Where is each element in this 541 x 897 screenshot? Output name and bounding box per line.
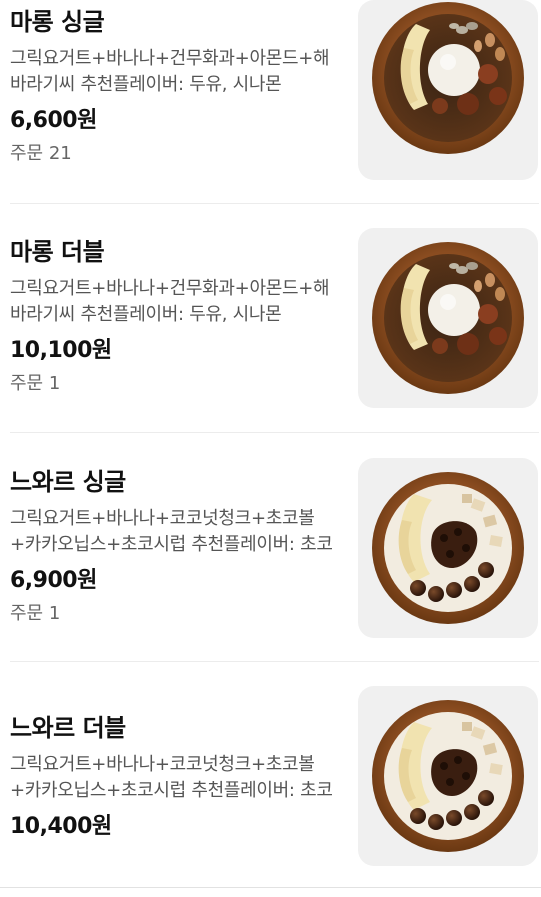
menu-item-order-count: 주문 1: [10, 603, 61, 624]
menu-item-description: 그릭요거트+바나나+건무화과+아몬드+해바라기씨 추천플레이버: 두유, 시나몬: [10, 48, 330, 95]
menu-item-description: 그릭요거트+바나나+코코넛청크+초코볼+카카오닙스+초코시럽 추천플레이버: 초…: [10, 754, 333, 801]
menu-item-price: 10,400원: [10, 814, 112, 839]
menu-item-marron-double[interactable]: 마롱 더블 그릭요거트+바나나+건무화과+아몬드+해바라기씨 추천플레이버: 두…: [10, 228, 539, 416]
menu-divider: [10, 661, 539, 662]
menu-item-info: 느와르 더블 그릭요거트+바나나+코코넛청크+초코볼+카카오닙스+초코시럽 추천…: [10, 712, 340, 842]
noir-bowl-icon: [372, 700, 524, 852]
menu-item-name: 느와르 더블: [10, 714, 126, 742]
menu-item-image[interactable]: [358, 458, 538, 638]
marron-bowl-icon: [372, 242, 524, 394]
menu-divider: [10, 203, 539, 204]
menu-item-order-count: 주문 21: [10, 143, 72, 164]
menu-item-description: 그릭요거트+바나나+코코넛청크+초코볼+카카오닙스+초코시럽 추천플레이버: 초…: [10, 508, 333, 555]
marron-bowl-icon: [372, 2, 524, 154]
menu-item-name: 마롱 더블: [10, 238, 105, 266]
menu-item-noir-single[interactable]: 느와르 싱글 그릭요거트+바나나+코코넛청크+초코볼+카카오닙스+초코시럽 추천…: [10, 458, 539, 646]
menu-item-price: 6,900원: [10, 568, 97, 593]
menu-divider: [10, 432, 539, 433]
menu-item-price: 10,100원: [10, 338, 112, 363]
noir-bowl-icon: [372, 472, 524, 624]
menu-item-image[interactable]: [358, 686, 538, 866]
menu-item-noir-double[interactable]: 느와르 더블 그릭요거트+바나나+코코넛청크+초코볼+카카오닙스+초코시럽 추천…: [10, 686, 539, 872]
list-bottom-divider: [0, 887, 541, 888]
menu-item-description: 그릭요거트+바나나+건무화과+아몬드+해바라기씨 추천플레이버: 두유, 시나몬: [10, 278, 330, 325]
menu-item-order-count: 주문 1: [10, 373, 61, 394]
menu-item-image[interactable]: [358, 228, 538, 408]
menu-item-info: 마롱 더블 그릭요거트+바나나+건무화과+아몬드+해바라기씨 추천플레이버: 두…: [10, 236, 340, 396]
menu-item-name: 느와르 싱글: [10, 468, 126, 496]
menu-item-info: 마롱 싱글 그릭요거트+바나나+건무화과+아몬드+해바라기씨 추천플레이버: 두…: [10, 6, 340, 166]
menu-item-image[interactable]: [358, 0, 538, 180]
menu-item-name: 마롱 싱글: [10, 8, 105, 36]
menu-item-info: 느와르 싱글 그릭요거트+바나나+코코넛청크+초코볼+카카오닙스+초코시럽 추천…: [10, 466, 340, 626]
menu-item-marron-single[interactable]: 마롱 싱글 그릭요거트+바나나+건무화과+아몬드+해바라기씨 추천플레이버: 두…: [10, 0, 539, 186]
menu-item-price: 6,600원: [10, 108, 97, 133]
